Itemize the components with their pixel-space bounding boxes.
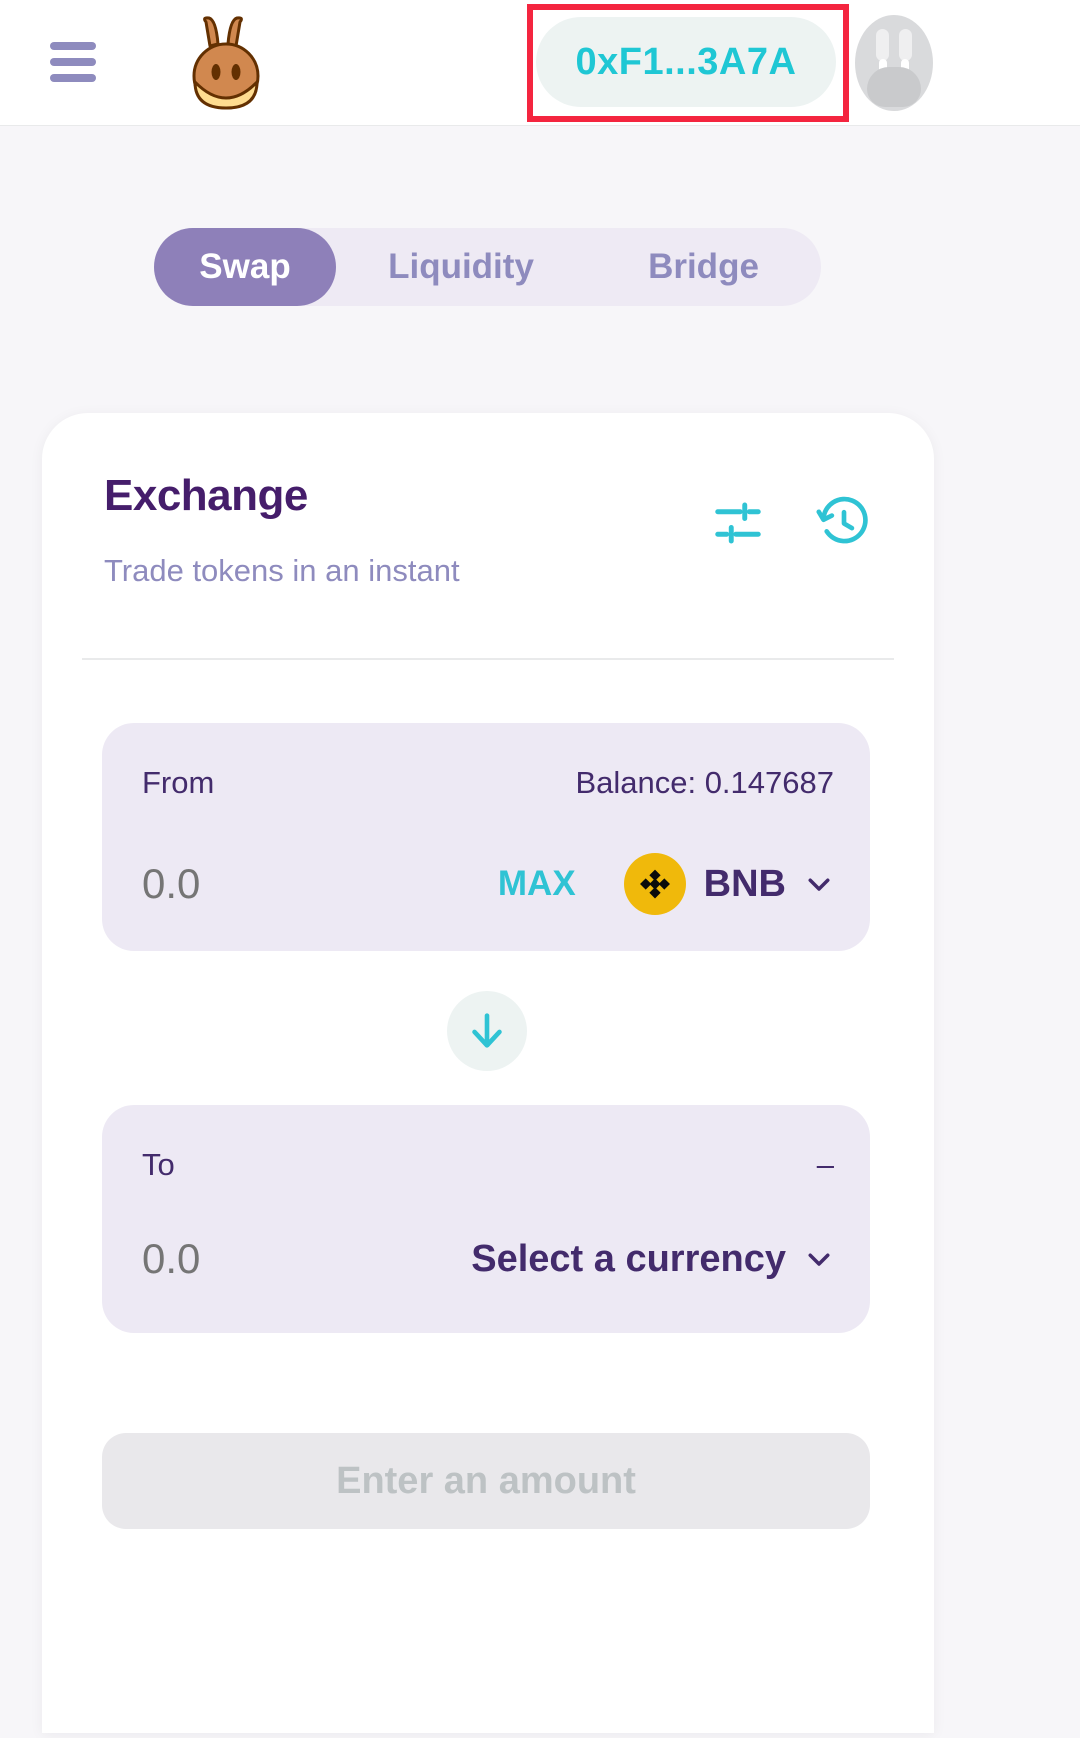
- pancakeswap-bunny-logo[interactable]: [184, 14, 268, 112]
- from-amount-input[interactable]: [142, 860, 402, 908]
- hamburger-bar: [50, 42, 96, 50]
- card-divider: [82, 658, 894, 660]
- bunny-avatar-icon[interactable]: [855, 15, 933, 111]
- chevron-down-icon: [808, 878, 830, 891]
- to-balance: –: [816, 1147, 834, 1182]
- from-panel-bottom-row: MAX BNB: [142, 853, 834, 915]
- to-amount-input[interactable]: [142, 1235, 402, 1283]
- avatar-ear-right: [899, 29, 912, 61]
- avatar-muzzle: [867, 67, 921, 107]
- tab-bridge[interactable]: Bridge: [586, 228, 821, 306]
- page-title: Exchange: [104, 471, 308, 520]
- history-clock-icon[interactable]: [816, 495, 872, 551]
- page-subtitle: Trade tokens in an instant: [104, 553, 460, 588]
- swap-to-panel: To – Select a currency: [102, 1105, 870, 1333]
- from-panel-top-row: From Balance: 0.147687: [142, 765, 834, 801]
- from-token-selector[interactable]: BNB: [623, 853, 834, 915]
- swap-from-panel: From Balance: 0.147687 MAX: [102, 723, 870, 951]
- to-token-selector[interactable]: Select a currency: [471, 1238, 834, 1281]
- tab-liquidity[interactable]: Liquidity: [336, 228, 586, 306]
- to-label: To: [142, 1147, 175, 1182]
- hamburger-menu-icon[interactable]: [50, 42, 96, 82]
- settings-sliders-icon[interactable]: [710, 495, 766, 551]
- arrow-down-icon: [472, 1013, 502, 1048]
- avatar-ears: [872, 29, 916, 63]
- hamburger-bar: [50, 58, 96, 66]
- app-root: 0xF1...3A7A Swap Liquidity Bridge Exchan…: [0, 0, 1080, 1738]
- enter-amount-button[interactable]: Enter an amount: [102, 1433, 870, 1529]
- chevron-down-icon: [808, 1253, 830, 1266]
- max-button[interactable]: MAX: [498, 864, 576, 904]
- card-header-actions: [710, 495, 872, 551]
- to-panel-top-row: To –: [142, 1147, 834, 1183]
- hamburger-bar: [50, 74, 96, 82]
- select-currency-label: Select a currency: [471, 1237, 786, 1280]
- tab-swap[interactable]: Swap: [154, 228, 336, 306]
- avatar-ear-left: [876, 29, 889, 61]
- from-balance: Balance: 0.147687: [575, 765, 834, 800]
- from-panel-controls: MAX BNB: [498, 853, 834, 915]
- wallet-address-button[interactable]: 0xF1...3A7A: [536, 17, 836, 107]
- from-token-symbol: BNB: [703, 862, 786, 905]
- exchange-card-header: Exchange Trade tokens in an instant: [42, 413, 934, 660]
- exchange-card: Exchange Trade tokens in an instant: [42, 413, 934, 1733]
- app-header: 0xF1...3A7A: [0, 0, 1080, 126]
- to-panel-bottom-row: Select a currency: [142, 1235, 834, 1283]
- nav-tabs: Swap Liquidity Bridge: [154, 228, 821, 306]
- from-label: From: [142, 765, 215, 800]
- binance-coin-icon: [623, 853, 686, 915]
- switch-tokens-button[interactable]: [447, 991, 527, 1071]
